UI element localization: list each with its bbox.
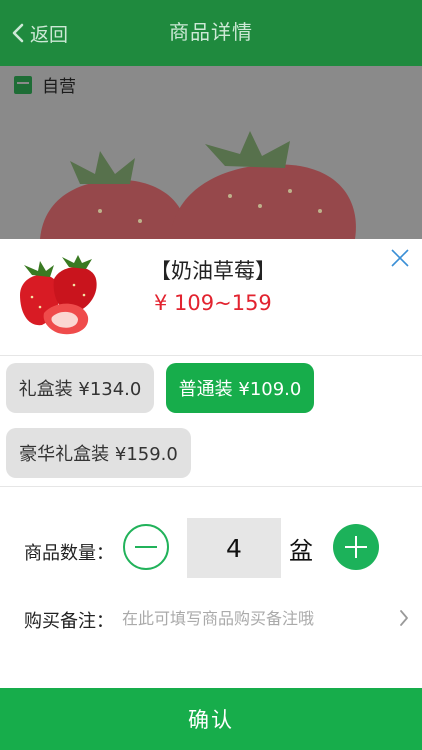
divider — [0, 486, 422, 487]
increase-quantity-button[interactable] — [333, 524, 379, 570]
store-icon — [14, 75, 32, 94]
option-deluxe-gift-box[interactable]: 豪华礼盒装 ¥159.0 — [6, 428, 191, 478]
confirm-button[interactable]: 确认 — [0, 688, 422, 750]
close-icon[interactable] — [390, 248, 410, 268]
spec-selection-sheet: 【奶油草莓】 ¥ 109~159 礼盒装 ¥134.0 普通装 ¥109.0 豪… — [0, 239, 422, 750]
note-label: 购买备注： — [24, 611, 114, 632]
quantity-value[interactable]: 4 — [187, 518, 281, 578]
top-bar: 返回 商品详情 — [0, 0, 422, 66]
decrease-quantity-button[interactable] — [123, 524, 169, 570]
product-thumbnail — [20, 255, 97, 335]
quantity-unit: 盆 — [289, 537, 313, 565]
product-name: 【奶油草莓】 — [150, 259, 276, 283]
store-tag: 自营 — [14, 72, 76, 97]
product-price: ¥ 109~159 — [154, 291, 272, 315]
product-hero-background: 自营 — [0, 66, 422, 239]
store-label: 自营 — [42, 77, 76, 97]
quantity-label: 商品数量： — [24, 543, 114, 564]
divider — [0, 355, 422, 356]
page-title: 商品详情 — [169, 20, 253, 44]
chevron-right-icon[interactable] — [399, 609, 409, 627]
option-gift-box[interactable]: 礼盒装 ¥134.0 — [6, 363, 154, 413]
purchase-note-input[interactable] — [122, 604, 392, 632]
option-standard[interactable]: 普通装 ¥109.0 — [166, 363, 314, 413]
